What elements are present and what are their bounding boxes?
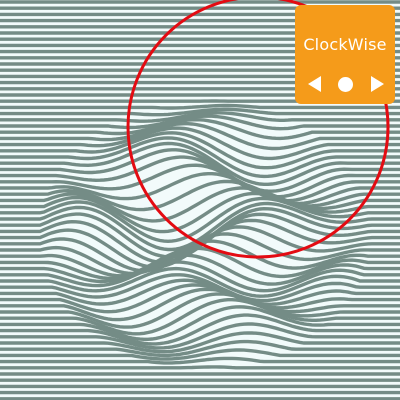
circle-dot-icon <box>337 76 353 92</box>
play-button[interactable] <box>330 69 360 99</box>
panel-title: ClockWise <box>303 35 387 54</box>
control-panel: ClockWise <box>295 5 395 104</box>
next-button[interactable] <box>362 69 392 99</box>
previous-button[interactable] <box>299 69 329 99</box>
stripe-line <box>0 103 400 110</box>
stripe-line <box>0 365 400 370</box>
left-triangle-icon <box>307 76 321 92</box>
right-triangle-icon <box>370 76 384 92</box>
